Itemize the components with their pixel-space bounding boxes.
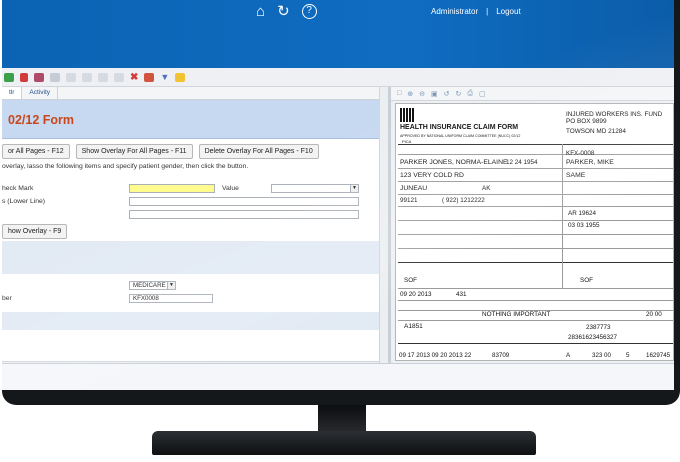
green-icon[interactable] [4, 72, 14, 82]
user-menu: Administrator | Logout [427, 7, 525, 16]
claim-form-image: HEALTH INSURANCE CLAIM FORM APPROVED BY … [395, 103, 674, 361]
zoom-in-icon[interactable]: ⊕ [407, 90, 413, 98]
charges: 20 00 [646, 311, 662, 318]
delete-overlay-all-pages-button[interactable]: Delete Overlay For All Pages - F10 [198, 144, 319, 159]
check-mark-label: heck Mark [2, 185, 34, 192]
admin-link[interactable]: Administrator [431, 7, 478, 16]
nav-next-icon[interactable] [98, 72, 108, 82]
monitor-base [152, 431, 536, 455]
top-banner: ⌂ ↻ ? Administrator | Logout [2, 0, 674, 68]
value-label: Value [222, 185, 239, 192]
separator: | [486, 7, 489, 16]
form-title: 02/12 Form [8, 113, 75, 127]
qual: 431 [456, 291, 467, 298]
insurer-city: TOWSON MD 21284 [566, 128, 626, 135]
screen: ⌂ ↻ ? Administrator | Logout ✖ ▼ tlr Act… [2, 0, 674, 390]
claim-title: HEALTH INSURANCE CLAIM FORM [400, 124, 519, 131]
service-line-dates: 09 17 2013 09 20 2013 22 [399, 352, 472, 359]
form-panel: tlr Activity 02/12 Form or All Pages - F… [2, 87, 388, 363]
diag-pointer: A [566, 352, 571, 359]
nav-prev-icon[interactable] [82, 72, 92, 82]
text-field-1[interactable] [129, 197, 359, 206]
state: AK [482, 185, 491, 192]
insurer-box: PO BOX 9899 [566, 118, 607, 125]
form-header: 02/12 Form [2, 100, 388, 139]
diagnosis: A1851 [404, 323, 423, 330]
insured-name: PARKER, MIKE [566, 159, 614, 166]
line-charge: 323 00 [592, 352, 611, 359]
star-icon[interactable] [175, 72, 186, 82]
refresh-icon[interactable]: ↻ [277, 4, 290, 20]
patient-address: 123 VERY COLD RD [400, 172, 464, 179]
city: JUNEAU [400, 185, 428, 192]
zip: 99121 [400, 197, 418, 204]
signature-1: SOF [404, 277, 417, 284]
date-current: 09 20 2013 [400, 291, 432, 298]
ref-no: 2387773 [586, 324, 611, 331]
bug-icon[interactable] [34, 72, 44, 82]
status-bar [2, 363, 674, 390]
qr-code-icon [400, 108, 414, 122]
zoom-out-icon[interactable]: ⊖ [419, 90, 425, 98]
insured-birth: 03 03 1955 [568, 222, 600, 229]
phone: ( 922) 1212222 [442, 197, 485, 204]
prior-auth: 28361623456327 [568, 334, 618, 341]
delete-x-icon[interactable] [20, 72, 28, 82]
rotate-left-icon[interactable]: ↺ [444, 90, 450, 98]
print-icon[interactable]: ⎙ [467, 90, 473, 98]
overlay-button-row: or All Pages - F12 Show Overlay For All … [2, 144, 319, 159]
rotate-right-icon[interactable]: ↻ [455, 90, 461, 98]
npi: 1629745 [646, 352, 671, 359]
section-band-2 [2, 312, 388, 330]
check-mark-field[interactable] [129, 184, 215, 193]
payer-select[interactable]: MEDICARE ▼ [129, 281, 176, 290]
filter-icon[interactable]: ▼ [160, 72, 169, 82]
chevron-down-icon: ▼ [167, 282, 175, 289]
section-band [2, 241, 388, 274]
chevron-down-icon: ▼ [350, 185, 358, 192]
page-icon[interactable]: □ [397, 90, 401, 97]
cpt-code: 83709 [492, 352, 510, 359]
monitor-bezel: ⌂ ↻ ? Administrator | Logout ✖ ▼ tlr Act… [2, 0, 680, 405]
birth-date: 12 24 1954 [506, 159, 538, 166]
document-viewer: □ ⊕ ⊖ ▣ ↺ ↻ ⎙ ▢ HEALTH INSURANCE CLAIM F… [391, 87, 674, 363]
tab-bar: tlr Activity [2, 87, 388, 100]
nothing-important: NOTHING IMPORTANT [482, 311, 551, 318]
insured-id: KFX-0008 [566, 150, 595, 157]
show-overlay-all-pages-button[interactable]: Show Overlay For All Pages - F11 [75, 144, 193, 159]
logout-link[interactable]: Logout [496, 7, 520, 16]
patient-name: PARKER JONES, NORMA-ELAINE [400, 159, 508, 166]
insured-group: AR 19624 [568, 210, 597, 217]
instruction-text: overlay, lasso the following items and s… [2, 163, 249, 170]
insured-address: SAME [566, 172, 586, 179]
overlay-all-pages-button[interactable]: or All Pages - F12 [2, 144, 70, 159]
nav-last-icon[interactable] [114, 72, 124, 82]
main-toolbar: ✖ ▼ [2, 68, 674, 87]
tab-first[interactable]: tlr [2, 87, 23, 99]
vertical-scrollbar[interactable] [379, 87, 388, 363]
help-icon[interactable]: ? [301, 4, 317, 19]
show-overlay-button[interactable]: how Overlay - F9 [2, 224, 68, 239]
header-icons: ⌂ ↻ ? [256, 4, 317, 20]
text-field-2[interactable] [129, 210, 359, 219]
units: 5 [626, 352, 630, 359]
claim-approved: APPROVED BY NATIONAL UNIFORM CLAIM COMMI… [400, 134, 521, 138]
save-icon[interactable]: ▢ [479, 90, 486, 98]
viewer-toolbar: □ ⊕ ⊖ ▣ ↺ ↻ ⎙ ▢ [391, 87, 674, 101]
lower-line-label: s (Lower Line) [2, 198, 46, 205]
fit-icon[interactable]: ▣ [431, 90, 438, 98]
tab-activity[interactable]: Activity [22, 87, 59, 99]
grid-icon[interactable] [144, 72, 155, 82]
nav-first-icon[interactable] [66, 72, 76, 82]
signature-2: SOF [580, 277, 593, 284]
doc-icon[interactable] [50, 72, 60, 82]
value-select[interactable]: ▼ [271, 184, 359, 193]
member-label: ber [2, 295, 12, 302]
payer-select-value: MEDICARE [133, 282, 166, 289]
member-field[interactable]: KFX0008 [129, 294, 213, 303]
home-icon[interactable]: ⌂ [256, 4, 265, 20]
close-icon[interactable]: ✖ [130, 72, 138, 83]
